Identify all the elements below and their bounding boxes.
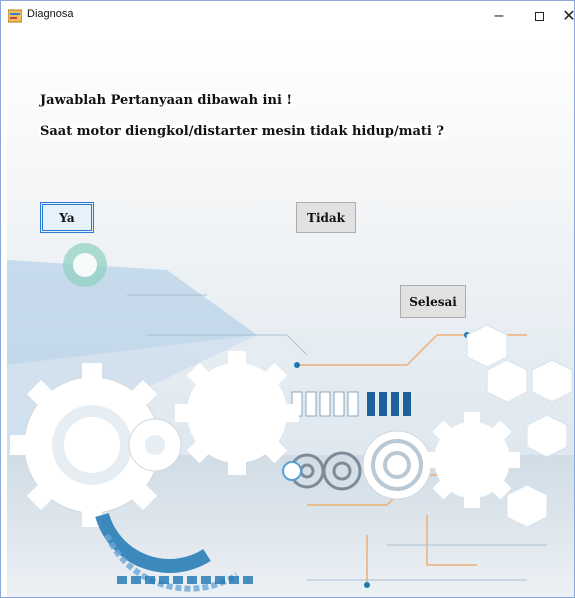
- finish-button-label: Selesai: [409, 294, 457, 309]
- no-button-label: Tidak: [307, 210, 345, 225]
- form-icon: [8, 9, 22, 23]
- yes-button[interactable]: Ya: [40, 202, 94, 233]
- small-gear-icon: [63, 243, 107, 287]
- no-button[interactable]: Tidak: [296, 202, 356, 233]
- question-text: Saat motor diengkol/distarter mesin tida…: [39, 124, 446, 139]
- title-bar: Diagnosa – ✕: [1, 1, 574, 31]
- instruction-text: Jawablah Pertanyaan dibawah ini !: [39, 93, 294, 108]
- minimize-icon: –: [494, 7, 504, 24]
- gears-background-image: [7, 243, 574, 597]
- diagnosa-window: Diagnosa – ✕ Jawablah Pertanyaan dibawah…: [0, 0, 575, 598]
- form-client-area: Jawablah Pertanyaan dibawah ini ! Saat m…: [7, 35, 574, 597]
- focus-border: [42, 204, 92, 231]
- maximize-icon: [534, 11, 544, 21]
- close-icon: ✕: [562, 8, 575, 25]
- close-button[interactable]: ✕: [549, 1, 575, 31]
- finish-button[interactable]: Selesai: [400, 285, 466, 318]
- window-title: Diagnosa: [27, 8, 74, 20]
- minimize-button[interactable]: –: [479, 1, 519, 31]
